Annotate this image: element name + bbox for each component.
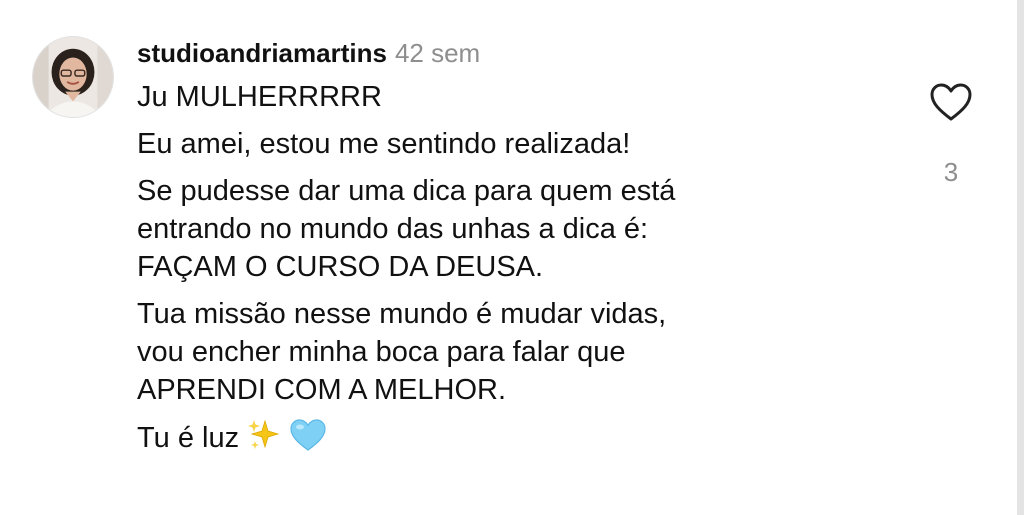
like-heart-icon[interactable] — [929, 82, 973, 122]
comment-text: Ju MULHERRRRR Eu amei, estou me sentindo… — [137, 78, 897, 462]
comment-line: vou encher minha boca para falar que — [137, 336, 626, 368]
sparkles-icon — [247, 418, 281, 462]
comment-line: APRENDI COM A MELHOR. — [137, 374, 507, 406]
comment-line: Ju MULHERRRRR — [137, 81, 382, 113]
comment-body: studioandriamartins 42 sem Ju MULHERRRRR … — [137, 34, 897, 471]
avatar-image — [33, 37, 113, 117]
like-count[interactable]: 3 — [921, 156, 981, 188]
comment-line: entrando no mundo das unhas a dica é: — [137, 213, 649, 245]
scrollbar-edge — [1017, 0, 1024, 515]
comment-line: Tu é luz — [137, 422, 240, 454]
light-blue-heart-icon — [289, 418, 327, 462]
comment-paragraph: Eu amei, estou me sentindo realizada! — [137, 125, 897, 163]
username-link[interactable]: studioandriamartins — [137, 38, 387, 68]
comment: studioandriamartins 42 sem Ju MULHERRRRR … — [0, 0, 1016, 515]
comment-paragraph: Tua missão nesse mundo é mudar vidas, vo… — [137, 295, 897, 409]
comment-line: Se pudesse dar uma dica para quem está — [137, 175, 676, 207]
like-area: 3 — [921, 82, 981, 188]
comment-line: Eu amei, estou me sentindo realizada! — [137, 128, 631, 160]
timestamp: 42 sem — [394, 38, 481, 68]
avatar[interactable] — [32, 36, 114, 118]
comment-paragraph: Se pudesse dar uma dica para quem está e… — [137, 172, 897, 286]
comment-meta: studioandriamartins 42 sem — [137, 34, 897, 72]
comment-line: FAÇAM O CURSO DA DEUSA. — [137, 251, 544, 283]
comment-line: Tua missão nesse mundo é mudar vidas, — [137, 298, 667, 330]
comment-paragraph: Tu é luz — [137, 418, 897, 462]
comment-paragraph: Ju MULHERRRRR — [137, 78, 897, 116]
